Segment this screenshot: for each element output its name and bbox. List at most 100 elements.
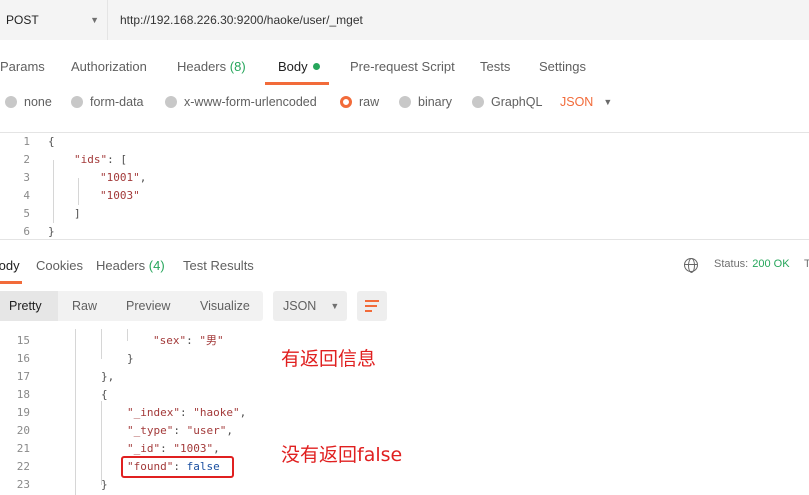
tab-body[interactable]: Body [278, 59, 320, 74]
json-string: "1003" [100, 189, 140, 202]
json-string: "user" [186, 424, 227, 437]
status-badge[interactable]: 200 OK [752, 258, 789, 270]
code-text: }, [101, 370, 115, 383]
response-format-label: JSON [283, 299, 317, 313]
json-key: "_index" [127, 406, 180, 419]
code-text: "1001", [100, 169, 146, 187]
body-format-label: JSON [560, 95, 594, 109]
code-line: 5 ] [0, 205, 809, 223]
active-tab-indicator [265, 82, 329, 85]
line-number: 23 [16, 478, 30, 491]
json-punct: : [179, 406, 194, 419]
line-number: 5 [23, 207, 30, 220]
active-tab-indicator [0, 281, 22, 284]
tab-params[interactable]: Params [0, 59, 45, 74]
line-number: 1 [23, 135, 30, 148]
tab-tests[interactable]: Tests [480, 59, 510, 74]
line-number: 4 [23, 189, 30, 202]
json-punct: : [ [107, 153, 127, 166]
method-select[interactable]: POST ▼ [0, 0, 108, 40]
modified-dot-icon [312, 63, 320, 70]
tab-headers[interactable]: Headers (8) [177, 59, 246, 74]
line-number: 22 [16, 460, 30, 473]
code-line: 6 } [0, 223, 809, 241]
code-text: } [101, 478, 108, 491]
radio-circle-icon [71, 96, 83, 108]
view-pretty-button[interactable]: Pretty [0, 291, 58, 321]
json-string: "1003" [173, 442, 214, 455]
resp-tab-body[interactable]: Body [0, 258, 20, 273]
radio-graphql[interactable]: GraphQL [472, 95, 542, 109]
code-text: { [101, 388, 108, 401]
radio-raw[interactable]: raw [340, 95, 379, 109]
resp-tab-test-results[interactable]: Test Results [183, 258, 254, 273]
json-punct: : [160, 442, 174, 455]
resp-tab-headers-count: (4) [148, 258, 165, 273]
view-visualize-button[interactable]: Visualize [200, 291, 250, 321]
line-number: 2 [23, 153, 30, 166]
json-string: "男" [199, 334, 224, 347]
line-number: 6 [23, 225, 30, 238]
radio-raw-label: raw [359, 95, 380, 109]
url-input[interactable] [108, 0, 809, 40]
response-view-controls: Pretty Raw Preview Visualize JSON ▼ [0, 291, 809, 321]
json-key: "sex" [153, 334, 187, 347]
line-number: 18 [16, 388, 30, 401]
radio-circle-icon [472, 96, 484, 108]
radio-form-data-label: form-data [90, 95, 144, 109]
code-line: 23 } [0, 476, 809, 494]
json-punct: , [226, 424, 233, 437]
json-key: "_type" [127, 424, 174, 437]
radio-circle-icon [5, 96, 17, 108]
line-number: 3 [23, 171, 30, 184]
wrap-lines-icon[interactable] [357, 291, 387, 321]
code-line: 4 "1003" [0, 187, 809, 205]
json-punct: : [186, 334, 200, 347]
code-text: } [127, 352, 134, 365]
tab-headers-count: (8) [229, 59, 246, 74]
request-tabs: Params Authorization Headers (8) Body Pr… [0, 50, 809, 86]
code-line: 21 "_id": "1003", [0, 440, 809, 458]
tab-pre-request-script[interactable]: Pre-request Script [350, 59, 455, 74]
code-text: } [48, 225, 55, 238]
tab-settings[interactable]: Settings [539, 59, 586, 74]
response-status: Status: 200 OK [714, 258, 790, 270]
json-punct: , [139, 171, 147, 184]
radio-binary[interactable]: binary [399, 95, 452, 109]
json-punct: , [239, 406, 247, 419]
resp-tab-headers[interactable]: Headers (4) [96, 258, 165, 273]
body-format-select[interactable]: JSON ▼ [560, 95, 612, 109]
annotation-no-info: 没有返回false [281, 444, 403, 466]
code-line: 20 "_type": "user", [0, 422, 809, 440]
json-punct: : [173, 424, 187, 437]
code-text: "sex": "男" [153, 332, 224, 350]
view-preview-button[interactable]: Preview [126, 291, 170, 321]
status-more: T [804, 258, 809, 270]
line-number: 15 [16, 334, 30, 347]
radio-none[interactable]: none [5, 95, 52, 109]
view-mode-segment: Pretty Raw Preview Visualize [0, 291, 263, 321]
body-type-options: none form-data x-www-form-urlencoded raw… [0, 88, 809, 118]
method-label: POST [6, 13, 39, 27]
json-string: "haoke" [193, 406, 240, 419]
globe-icon[interactable] [684, 258, 698, 273]
request-body-editor[interactable]: 1 { 2 "ids": [ 3 "1001", 4 "1003" 5 ] 6 … [0, 132, 809, 240]
radio-urlencoded[interactable]: x-www-form-urlencoded [165, 95, 317, 109]
radio-form-data[interactable]: form-data [71, 95, 144, 109]
line-number: 16 [16, 352, 30, 365]
code-line: 1 { [0, 133, 809, 151]
resp-tab-headers-label: Headers [96, 258, 146, 273]
view-raw-button[interactable]: Raw [72, 291, 97, 321]
tab-authorization[interactable]: Authorization [71, 59, 147, 74]
json-punct: , [213, 442, 220, 455]
code-line: 19 "_index": "haoke", [0, 404, 809, 422]
response-format-select[interactable]: JSON ▼ [273, 291, 347, 321]
radio-binary-label: binary [418, 95, 453, 109]
line-number: 19 [16, 406, 30, 419]
resp-tab-cookies[interactable]: Cookies [36, 258, 83, 273]
radio-selected-icon [340, 96, 352, 108]
code-text: { [48, 135, 55, 148]
annotation-has-info: 有返回信息 [281, 348, 377, 370]
url-bar: POST ▼ [0, 0, 809, 40]
radio-circle-icon [399, 96, 411, 108]
